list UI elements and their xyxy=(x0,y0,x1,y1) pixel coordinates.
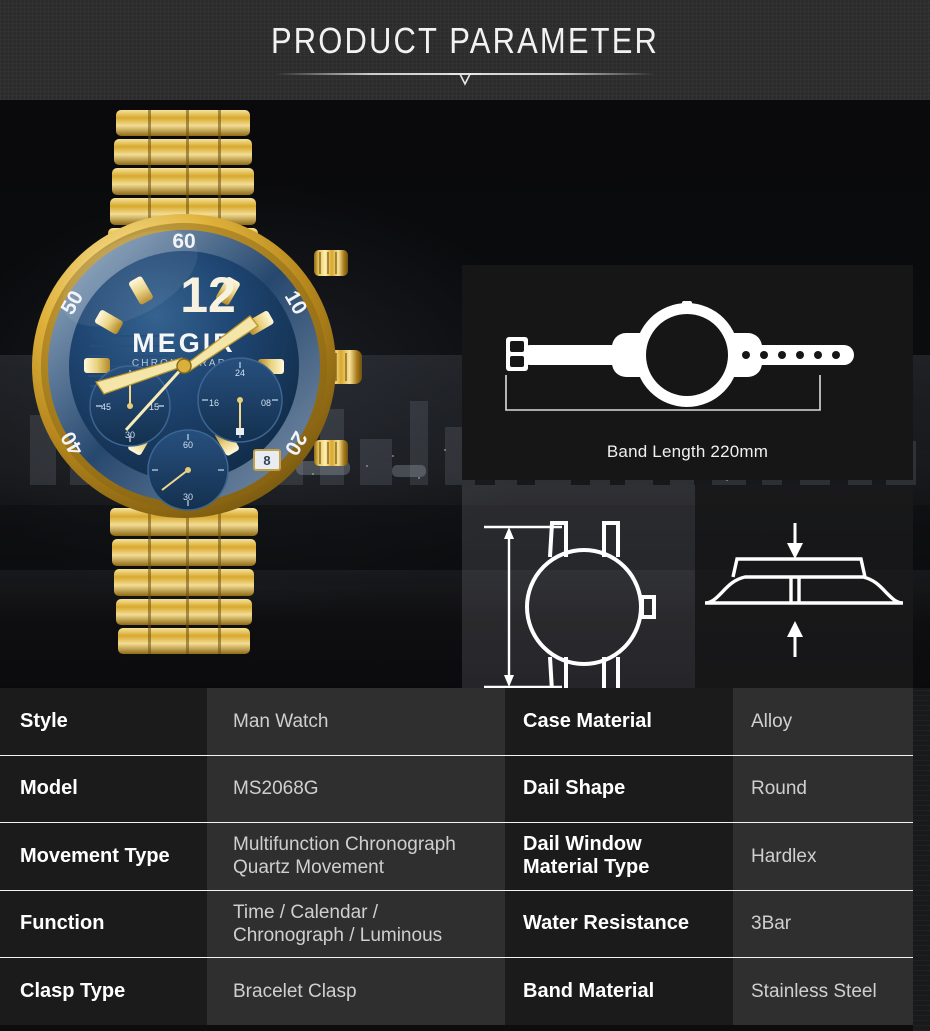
table-right-background-strip xyxy=(913,688,930,1031)
hero-section: 60 10 20 30 40 50 xyxy=(0,100,930,688)
diagram-panel-case-diameter: Case Diameter 46mm xyxy=(462,485,695,688)
spec-label-2: Water Resistance xyxy=(505,890,733,958)
spec-label: Movement Type xyxy=(0,823,207,890)
table-row: Style Man Watch Case Material Alloy xyxy=(0,688,913,755)
svg-text:08: 08 xyxy=(261,398,271,408)
watch-bracelet-lower xyxy=(110,508,258,654)
watch-case-side-profile-icon xyxy=(704,523,904,657)
spec-value: Time / Calendar / Chronograph / Luminous xyxy=(207,890,505,958)
svg-text:60: 60 xyxy=(183,440,193,450)
spec-value-2: Hardlex xyxy=(733,823,913,890)
spec-label-2: Band Material xyxy=(505,958,733,1025)
spec-label-2: Dail Window Material Type xyxy=(505,823,733,890)
spec-value-2: Round xyxy=(733,755,913,823)
diagram-panel-case-thickness: Case Thickness 13.5mm xyxy=(695,485,913,688)
watch-product-image: 60 10 20 30 40 50 xyxy=(18,110,408,670)
subdial-right: 24 16 08 xyxy=(197,357,283,443)
svg-text:16: 16 xyxy=(209,398,219,408)
spec-label: Model xyxy=(0,755,207,823)
date-window: 8 xyxy=(253,449,281,471)
spec-label-2: Case Material xyxy=(505,688,733,755)
product-parameter-page: PRODUCT PARAMETER 60 10 20 40 50 12 MEGI… xyxy=(0,0,930,1031)
chevron-down-icon xyxy=(449,73,481,86)
table-row: Model MS2068G Dail Shape Round xyxy=(0,754,913,823)
spec-value: MS2068G xyxy=(207,755,505,823)
spec-value-2: Alloy xyxy=(733,688,913,755)
table-row: Clasp Type Bracelet Clasp Band Material … xyxy=(0,957,913,1025)
page-title: PRODUCT PARAMETER xyxy=(270,20,660,61)
svg-text:45: 45 xyxy=(101,402,111,412)
spec-label: Style xyxy=(0,688,207,755)
diagram-panel-band-length: Band Length 220mm xyxy=(462,265,913,480)
subdial-bottom: 6030 xyxy=(147,429,229,511)
table-row: Movement Type Multifunction Chronograph Q… xyxy=(0,822,913,890)
page-header: PRODUCT PARAMETER xyxy=(0,0,930,100)
spec-value: Man Watch xyxy=(207,688,505,755)
watch-case-front-outline-icon xyxy=(484,521,656,688)
spec-label-2: Dail Shape xyxy=(505,755,733,823)
svg-text:24: 24 xyxy=(235,368,245,378)
spec-label: Clasp Type xyxy=(0,958,207,1025)
spec-value-2: Stainless Steel xyxy=(733,958,913,1025)
svg-text:8: 8 xyxy=(263,453,270,468)
band-length-caption: Band Length 220mm xyxy=(606,442,769,461)
spec-table: Style Man Watch Case Material Alloy Mode… xyxy=(0,688,913,1031)
table-row: Function Time / Calendar / Chronograph / … xyxy=(0,889,913,958)
spec-value: Multifunction Chronograph Quartz Movement xyxy=(207,823,505,890)
spec-value: Bracelet Clasp xyxy=(207,958,505,1025)
spec-value-2: 3Bar xyxy=(733,890,913,958)
spec-label: Function xyxy=(0,890,207,958)
